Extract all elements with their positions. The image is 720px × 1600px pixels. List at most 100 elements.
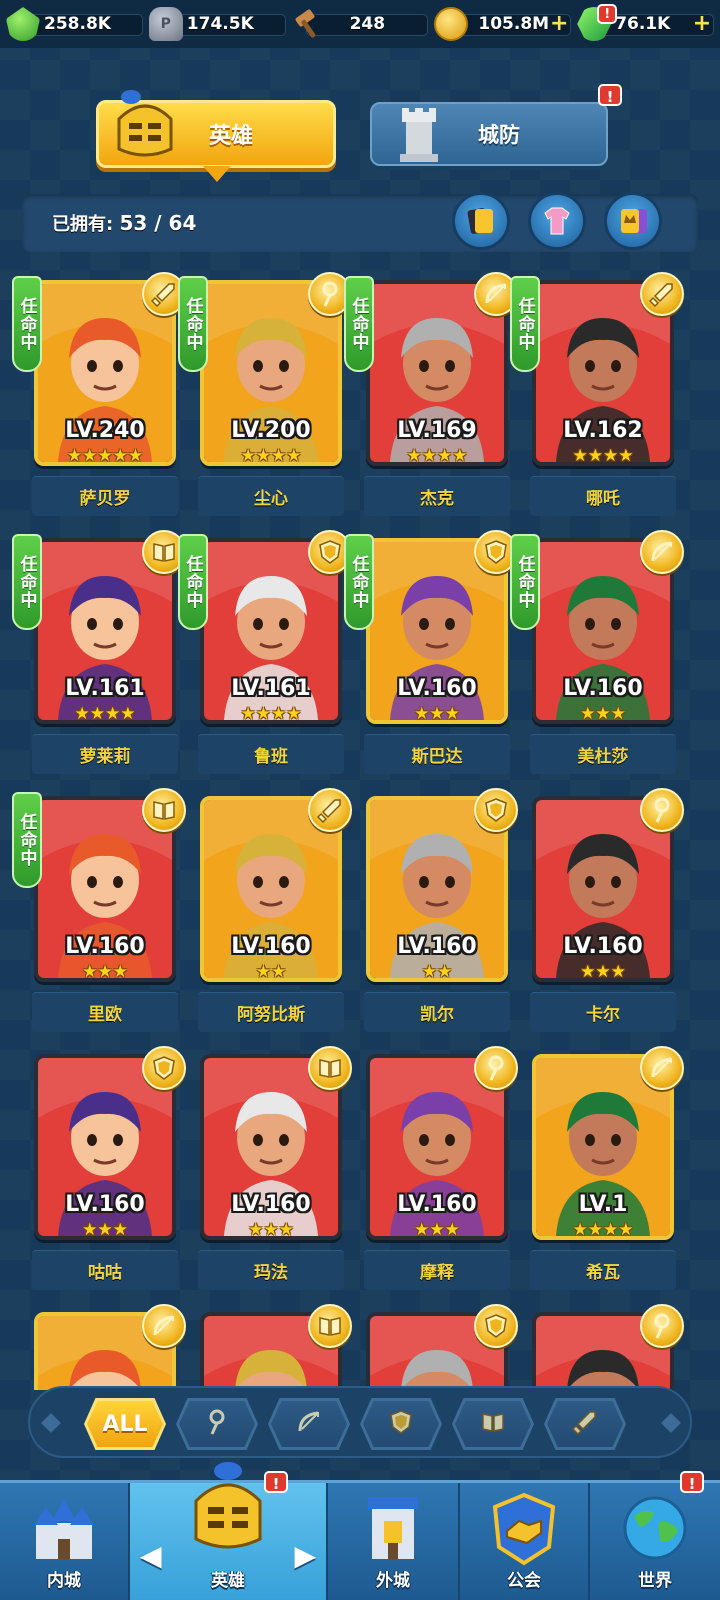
add-gold-button[interactable]: + [549, 13, 569, 35]
bow-class-icon [142, 1304, 186, 1348]
hero-helmet-icon [109, 89, 181, 167]
filter-shield-class-button[interactable] [360, 1398, 442, 1450]
hero-cards-button[interactable] [452, 192, 510, 250]
green-crystal-icon [6, 7, 40, 41]
book-class-icon [142, 788, 186, 832]
appointed-badge: 任命中 [344, 534, 374, 630]
hero-stars: ★★★ [414, 1220, 460, 1240]
filter-staff-class-button[interactable] [176, 1398, 258, 1450]
hero-name: 凯尔 [364, 992, 510, 1032]
hero-skins-button[interactable] [528, 192, 586, 250]
hero-card[interactable]: LV.162 ★★★★ 任命中 哪吒 [510, 270, 684, 518]
bow-class-icon [640, 530, 684, 574]
filter-book-class-button[interactable] [452, 1398, 534, 1450]
hero-card[interactable]: LV.160 ★★★ 任命中 里欧 [12, 786, 186, 1034]
resource-gold[interactable]: 105.8M + [434, 7, 572, 41]
hero-level: LV.240 [65, 418, 145, 443]
hero-grid: LV.240 ★★★★★ 任命中 萨贝罗 LV.200 ★★★★ 任命中 尘心 LV.169 ★★… [0, 270, 720, 1390]
alert-badge: ! [598, 84, 622, 106]
appointed-badge: 任命中 [12, 276, 42, 372]
world-globe-icon [620, 1493, 690, 1567]
nav-guild[interactable]: 公会 [460, 1483, 588, 1600]
hero-name: 美杜莎 [530, 734, 676, 774]
resource-stone[interactable]: P 174.5K [148, 7, 286, 41]
resource-emerald[interactable]: 76.1K + ! [577, 4, 714, 41]
alert-badge: ! [597, 4, 618, 24]
tab-defense-label: 城防 [478, 123, 520, 147]
hero-stars: ★★★★ [74, 704, 136, 724]
hero-level: LV.161 [231, 676, 311, 701]
hero-helmet-icon [186, 1461, 270, 1561]
hero-level: LV.160 [563, 934, 643, 959]
nav-hero[interactable]: 英雄 ◀ ▶ ! [130, 1462, 326, 1600]
hero-card[interactable]: LV.200 ★★★★ 任命中 尘心 [178, 270, 352, 518]
class-filter-bar: ALL [28, 1386, 692, 1458]
resource-hammer[interactable]: 248 [292, 8, 429, 40]
hero-name: 萨贝罗 [32, 476, 178, 516]
hero-name: 萝莱莉 [32, 734, 178, 774]
hero-name: 尘心 [198, 476, 344, 516]
hero-name: 里欧 [32, 992, 178, 1032]
hero-stars: ★★★ [82, 962, 128, 982]
appointed-badge: 任命中 [510, 534, 540, 630]
hero-card[interactable] [192, 1302, 352, 1390]
filter-sword-class-button[interactable] [544, 1398, 626, 1450]
hero-name: 鲁班 [198, 734, 344, 774]
filter-bow-class-button[interactable] [268, 1398, 350, 1450]
hero-card[interactable]: LV.161 ★★★★ 任命中 鲁班 [178, 528, 352, 776]
tab-hero[interactable]: 英雄 [96, 90, 336, 182]
hero-card[interactable]: LV.161 ★★★★ 任命中 萝莱莉 [12, 528, 186, 776]
hero-level: LV.160 [563, 676, 643, 701]
owned-count: 已拥有: 53 / 64 [52, 210, 196, 236]
prev-arrow-icon[interactable]: ◀ [140, 1539, 162, 1572]
appointed-badge: 任命中 [178, 276, 208, 372]
hero-card[interactable]: LV.1 ★★★★ 希瓦 [524, 1044, 684, 1292]
resource-value: 76.1K [615, 14, 671, 34]
hero-card[interactable]: LV.160 ★★★ 玛法 [192, 1044, 352, 1292]
staff-class-icon [640, 1304, 684, 1348]
shield-class-icon [474, 1304, 518, 1348]
nav-outer-city[interactable]: 外城 [328, 1483, 458, 1600]
next-arrow-icon[interactable]: ▶ [294, 1539, 316, 1572]
resource-value: 174.5K [186, 14, 254, 34]
hero-card[interactable]: LV.169 ★★★★ 任命中 杰克 [344, 270, 518, 518]
hero-name: 玛法 [198, 1250, 344, 1290]
bow-class-icon [296, 1409, 322, 1439]
sword-class-icon [640, 272, 684, 316]
hero-card[interactable]: LV.160 ★★★ 咕咕 [26, 1044, 186, 1292]
appointed-badge: 任命中 [12, 792, 42, 888]
hero-level: LV.160 [65, 1192, 145, 1217]
hero-stars: ★★ [255, 962, 287, 982]
nav-inner-city[interactable]: 内城 [0, 1483, 128, 1600]
hero-stars: ★★★ [580, 962, 626, 982]
hero-card[interactable]: LV.160 ★★★ 任命中 美杜莎 [510, 528, 684, 776]
hero-card[interactable]: LV.160 ★★★ 任命中 斯巴达 [344, 528, 518, 776]
book-class-icon [308, 1304, 352, 1348]
hero-card[interactable]: LV.240 ★★★★★ 任命中 萨贝罗 [12, 270, 186, 518]
hero-crown-cards-button[interactable] [604, 192, 662, 250]
hero-card[interactable] [26, 1302, 186, 1390]
nav-world[interactable]: 世界 ! [590, 1471, 720, 1600]
hero-stars: ★★ [421, 962, 453, 982]
resource-crystal[interactable]: 258.8K [6, 7, 143, 41]
hero-card[interactable]: LV.160 ★★★ 摩释 [358, 1044, 518, 1292]
hero-stars: ★★★ [248, 1220, 294, 1240]
hero-card[interactable]: LV.160 ★★ 凯尔 [358, 786, 518, 1034]
add-gem-button[interactable]: + [692, 13, 712, 35]
filter-all-button[interactable]: ALL [84, 1398, 166, 1450]
shield-class-icon [142, 1046, 186, 1090]
hero-card[interactable] [524, 1302, 684, 1390]
alert-badge: ! [680, 1471, 704, 1493]
divider-diamond [41, 1413, 61, 1433]
hero-stars: ★★★ [82, 1220, 128, 1240]
stone-icon: P [148, 7, 183, 41]
tab-defense[interactable]: 城防 ! [370, 84, 622, 166]
hero-card[interactable]: LV.160 ★★ 阿努比斯 [192, 786, 352, 1034]
owned-heroes-bar: 已拥有: 53 / 64 [22, 192, 698, 252]
tower-icon [396, 106, 442, 162]
hero-card[interactable]: LV.160 ★★★ 卡尔 [524, 786, 684, 1034]
bow-class-icon [640, 1046, 684, 1090]
hero-name: 咕咕 [32, 1250, 178, 1290]
hero-name: 卡尔 [530, 992, 676, 1032]
hero-card[interactable] [358, 1302, 518, 1390]
